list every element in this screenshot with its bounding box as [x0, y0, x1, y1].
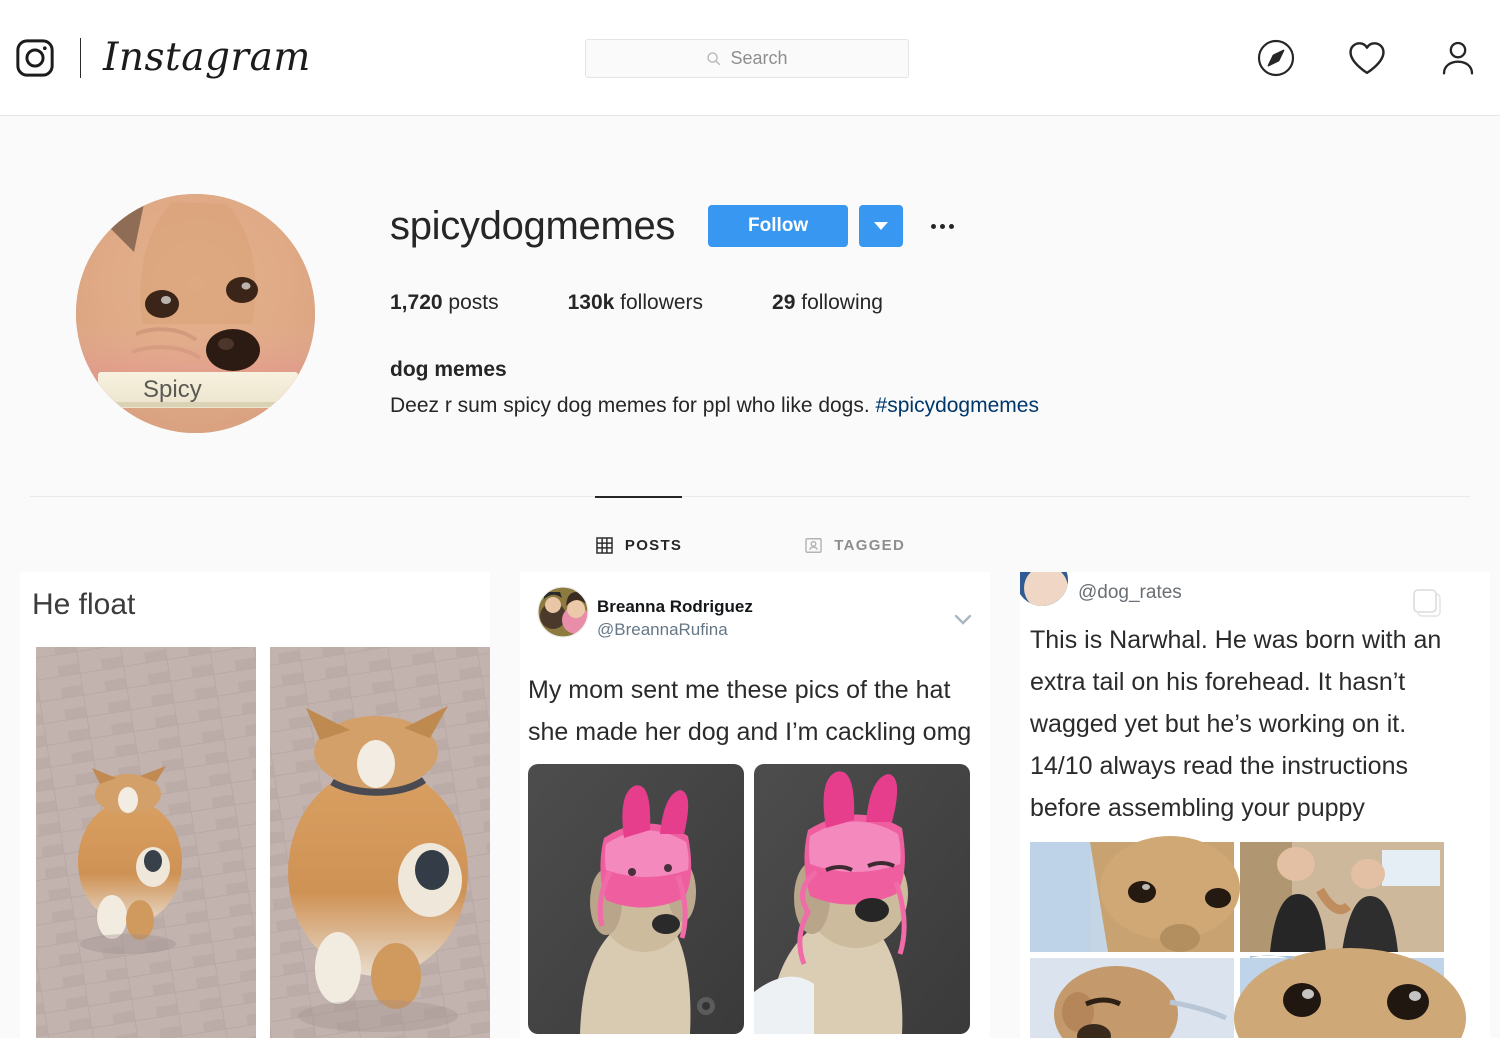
tweet-author-handle: @dog_rates: [1078, 582, 1182, 603]
profile-tabs: POSTS TAGGED: [30, 496, 1470, 568]
profile-page: Spicy spicydogmemes Follow 1,720 posts 1…: [0, 116, 1500, 1038]
bio-hashtag-link[interactable]: #spicydogmemes: [876, 394, 1039, 417]
media-grid-tr: [1240, 842, 1444, 952]
heart-activity-icon[interactable]: [1346, 37, 1388, 79]
tweet-author-handle: @BreannaRufina: [597, 620, 728, 639]
stat-followers-value: 130k: [567, 291, 615, 314]
stat-followers-label: followers: [620, 291, 704, 314]
tagged-person-icon: [804, 536, 823, 555]
stat-followers[interactable]: 130k followers: [568, 291, 703, 315]
tab-posts[interactable]: POSTS: [594, 496, 683, 568]
ellipsis-dot: [939, 223, 945, 229]
profile-stats: 1,720 posts 130k followers 29 following: [390, 291, 1500, 315]
page-title: spicydogmemes: [390, 204, 676, 248]
username-row: spicydogmemes Follow: [390, 202, 1500, 250]
tweet-author-name: Breanna Rodriguez: [597, 597, 753, 616]
stat-posts-value: 1,720: [390, 291, 443, 314]
tweet-caption-line-1: This is Narwhal. He was born with an: [1030, 626, 1441, 654]
instagram-wordmark[interactable]: Instagram: [103, 35, 311, 80]
stat-following[interactable]: 29 following: [772, 291, 883, 315]
tweet-caption-line-3: wagged yet but he’s working on it.: [1029, 710, 1406, 738]
chevron-down-icon: [874, 222, 889, 230]
instagram-camera-icon[interactable]: [14, 37, 56, 79]
media-grid-tl: [1030, 836, 1240, 952]
person-profile-icon[interactable]: [1438, 38, 1478, 78]
tab-posts-label: POSTS: [624, 537, 683, 554]
avatar-column: Spicy: [0, 194, 390, 433]
stat-posts-label: posts: [448, 291, 499, 314]
brand-divider: [80, 37, 81, 78]
post-narwhal[interactable]: @dog_rates This is Narwhal. He was born …: [1020, 572, 1490, 1038]
post-he-float[interactable]: He float: [20, 572, 490, 1038]
profile-info: spicydogmemes Follow 1,720 posts 130k fo…: [390, 194, 1500, 433]
options-ellipsis-button[interactable]: [925, 209, 959, 243]
grid-icon: [595, 536, 614, 555]
profile-header: Spicy spicydogmemes Follow 1,720 posts 1…: [0, 116, 1500, 433]
tweet-caption-line-5: before assembling your puppy: [1030, 794, 1365, 822]
search-placeholder: Search: [730, 48, 788, 68]
compass-explore-icon[interactable]: [1256, 38, 1296, 78]
bio-description: Deez r sum spicy dog memes for ppl who l…: [390, 391, 1500, 421]
search-icon: [706, 51, 721, 66]
stat-posts[interactable]: 1,720 posts: [390, 291, 499, 315]
stat-following-label: following: [801, 291, 883, 314]
profile-bio: dog memes Deez r sum spicy dog memes for…: [390, 355, 1500, 422]
multiple-photos-icon: [1413, 589, 1441, 617]
search-input[interactable]: Search: [585, 39, 909, 78]
stat-following-value: 29: [772, 291, 796, 314]
shiba-inu-doge-avatar: Spicy: [75, 194, 315, 433]
post-bunny-hat[interactable]: Breanna Rodriguez @BreannaRufina My mom …: [520, 572, 990, 1038]
post-grid: He float Breanna Rodriguez @BreannaRufin…: [0, 572, 1500, 1038]
bio-description-text: Deez r sum spicy dog memes for ppl who l…: [390, 394, 876, 418]
follow-dropdown-button[interactable]: [859, 205, 904, 247]
app-header: Instagram Search: [0, 0, 1500, 116]
tab-tagged-label: TAGGED: [834, 537, 906, 554]
media-grid-bl: [1030, 958, 1234, 1038]
ellipsis-dot: [930, 223, 936, 229]
bio-full-name: dog memes: [390, 358, 507, 381]
tweet-caption-line-4: 14/10 always read the instructions: [1030, 752, 1408, 780]
tweet-caption-line-2: she made her dog and I’m cackling omg: [528, 718, 971, 746]
avatar[interactable]: Spicy: [75, 194, 315, 433]
header-nav-icons: [1256, 0, 1478, 116]
tweet-caption-line-2: extra tail on his forehead. It hasn’t: [1030, 668, 1405, 696]
post-caption: He float: [32, 588, 136, 621]
ellipsis-dot: [948, 223, 954, 229]
brand-logo[interactable]: Instagram: [14, 35, 311, 80]
avatar-caption: Spicy: [143, 376, 202, 403]
media-grid-br: [1234, 948, 1466, 1038]
follow-button[interactable]: Follow: [708, 205, 849, 247]
tab-tagged[interactable]: TAGGED: [804, 496, 905, 568]
tweet-caption-line-1: My mom sent me these pics of the hat: [528, 676, 950, 704]
